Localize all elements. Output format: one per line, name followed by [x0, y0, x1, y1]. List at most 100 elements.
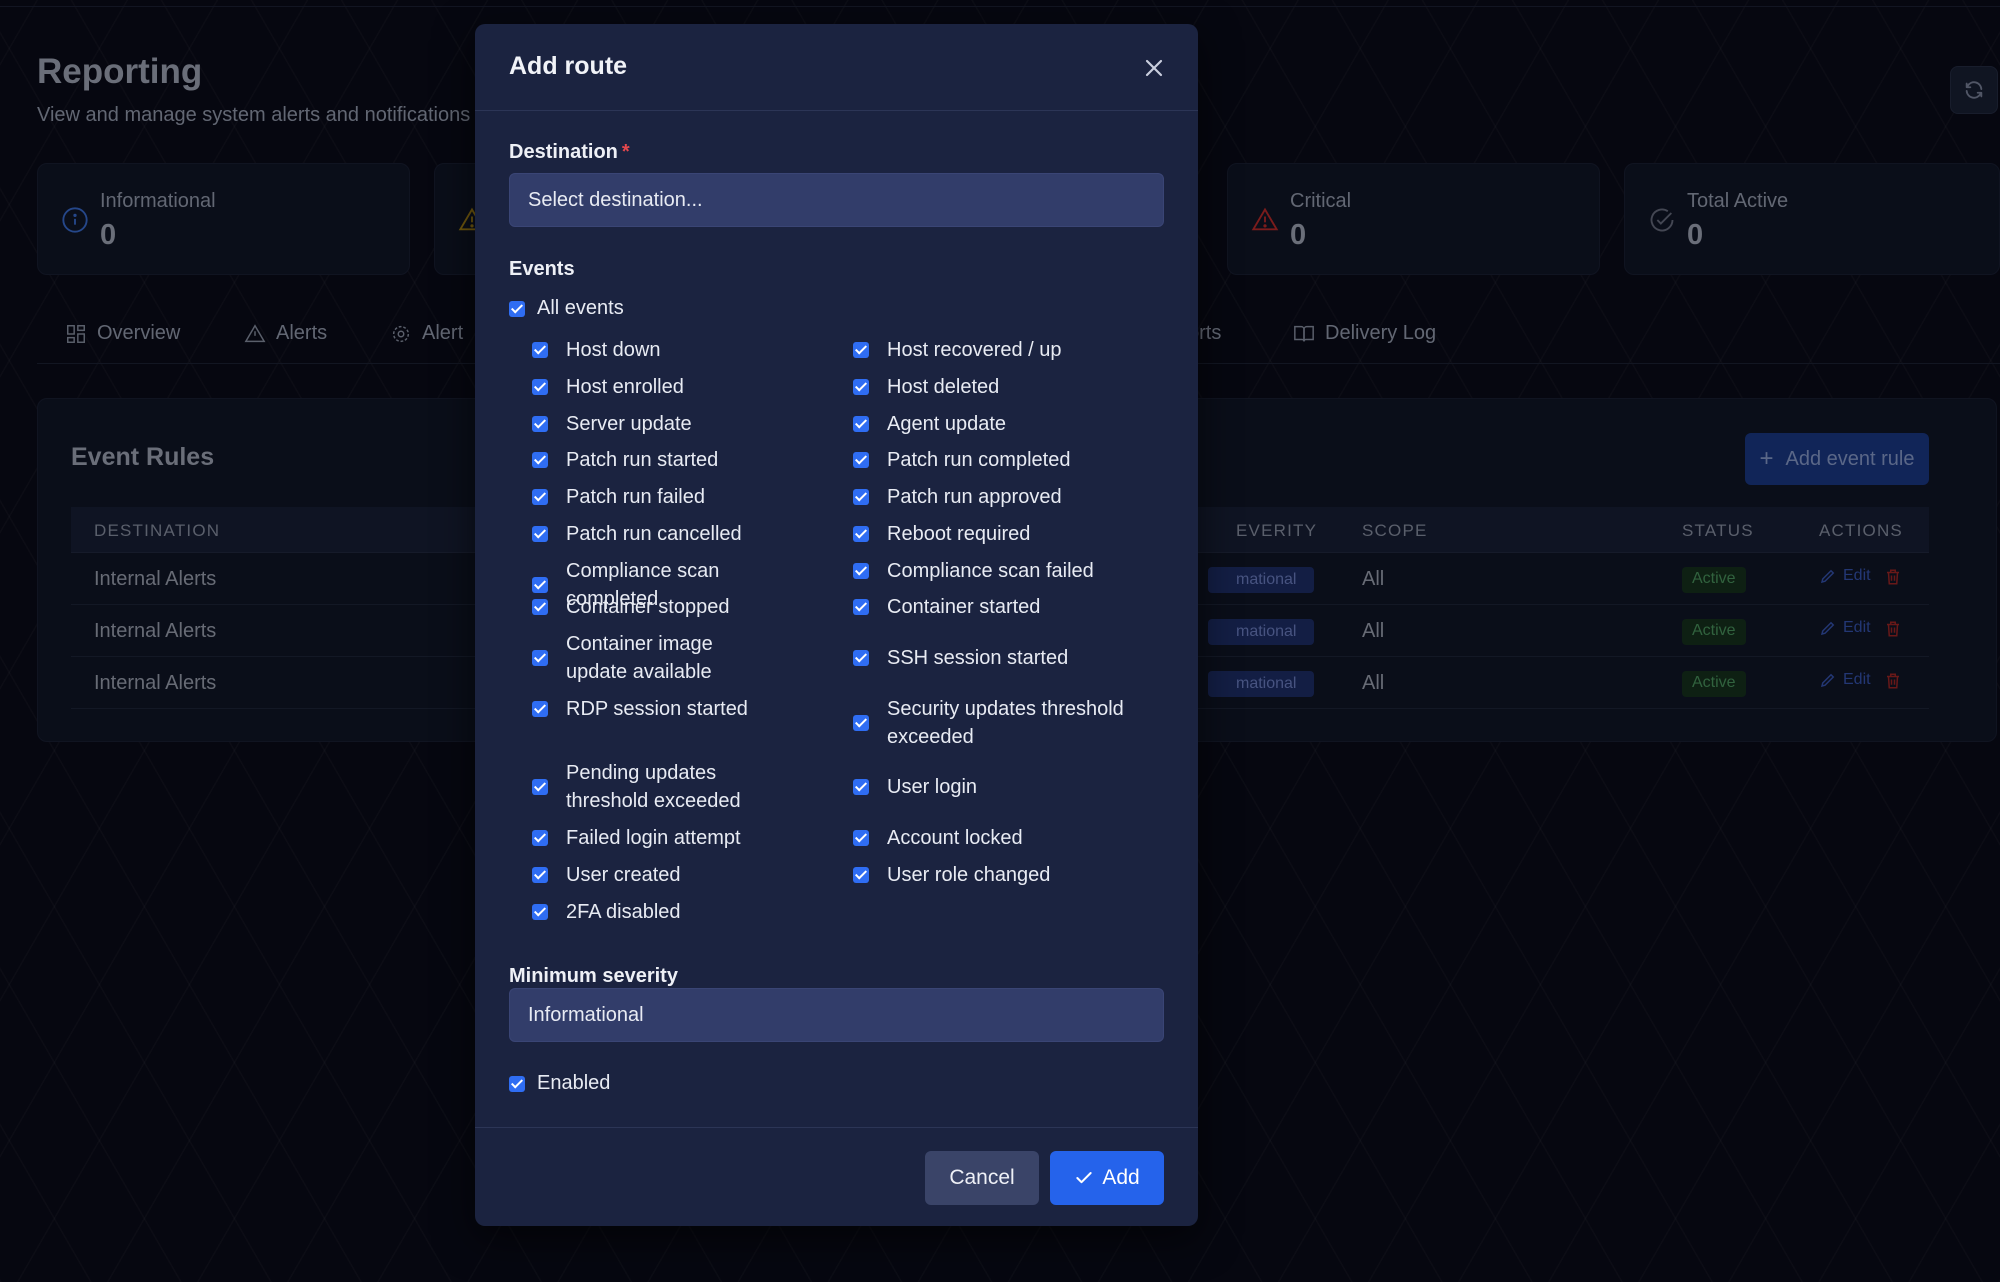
event-label: Agent update — [887, 413, 1006, 435]
event-checkbox[interactable]: User login — [853, 773, 1157, 801]
event-checkbox[interactable]: SSH session started — [853, 644, 1157, 672]
event-label: SSH session started — [887, 647, 1069, 669]
event-checkbox[interactable]: Pending updates threshold exceeded — [532, 759, 766, 815]
event-label: Container image update available — [566, 633, 713, 683]
checkbox-checked[interactable] — [532, 779, 548, 795]
event-checkbox[interactable]: Host deleted — [853, 373, 1157, 401]
event-label: Patch run failed — [566, 486, 705, 508]
add-button[interactable]: Add — [1050, 1151, 1164, 1205]
event-checkbox[interactable]: Failed login attempt — [532, 824, 766, 852]
event-label: Compliance scan failed — [887, 560, 1094, 582]
checkbox-checked[interactable] — [532, 830, 548, 846]
checkbox-checked[interactable] — [853, 779, 869, 795]
event-label: Host deleted — [887, 376, 1000, 398]
event-checkbox[interactable]: Server update — [532, 410, 766, 438]
enabled-checkbox[interactable]: Enabled — [509, 1072, 610, 1095]
event-checkbox[interactable]: User created — [532, 861, 766, 889]
event-checkbox[interactable]: Patch run cancelled — [532, 520, 766, 548]
dialog-footer: Cancel Add — [475, 1127, 1198, 1226]
event-checkbox[interactable]: Host enrolled — [532, 373, 766, 401]
checkbox-checked[interactable] — [532, 599, 548, 615]
checkbox-checked[interactable] — [853, 489, 869, 505]
checkbox-checked[interactable] — [532, 526, 548, 542]
event-label: Account locked — [887, 827, 1023, 849]
event-label: Host enrolled — [566, 376, 684, 398]
destination-label-text: Destination — [509, 141, 618, 163]
event-label: Pending updates threshold exceeded — [566, 762, 741, 812]
event-checkbox[interactable]: Reboot required — [853, 520, 1157, 548]
checkbox-checked[interactable] — [532, 416, 548, 432]
checkbox-checked[interactable] — [532, 904, 548, 920]
close-icon[interactable] — [1142, 56, 1166, 80]
checkbox-checked[interactable] — [853, 526, 869, 542]
all-events-label: All events — [537, 297, 624, 319]
event-label: Patch run approved — [887, 486, 1062, 508]
event-label: User created — [566, 864, 681, 886]
event-checkbox[interactable]: Patch run approved — [853, 483, 1157, 511]
checkbox-checked[interactable] — [853, 452, 869, 468]
event-label: Patch run cancelled — [566, 523, 742, 545]
cancel-button[interactable]: Cancel — [925, 1151, 1039, 1205]
event-label: User role changed — [887, 864, 1051, 886]
checkbox-checked[interactable] — [509, 300, 525, 317]
event-label: Server update — [566, 413, 692, 435]
checkbox-checked[interactable] — [532, 701, 548, 717]
event-checkbox[interactable]: User role changed — [853, 861, 1157, 889]
required-marker: * — [621, 141, 630, 163]
event-checkbox[interactable]: Patch run failed — [532, 483, 766, 511]
checkbox-checked[interactable] — [853, 342, 869, 358]
event-checkbox[interactable]: Container started — [853, 593, 1157, 621]
all-events-checkbox[interactable]: All events — [509, 297, 624, 320]
event-checkbox[interactable]: Security updates threshold exceeded — [853, 695, 1157, 751]
event-checkbox[interactable]: Host recovered / up — [853, 336, 1157, 364]
checkbox-checked[interactable] — [509, 1075, 525, 1092]
event-label: RDP session started — [566, 698, 748, 720]
checkbox-checked[interactable] — [853, 379, 869, 395]
dialog-header: Add route — [475, 24, 1198, 111]
event-checkbox[interactable]: 2FA disabled — [532, 898, 766, 926]
event-checkbox[interactable]: RDP session started — [532, 695, 766, 723]
event-label: Patch run completed — [887, 449, 1071, 471]
event-label: Host recovered / up — [887, 339, 1062, 361]
checkbox-checked[interactable] — [853, 416, 869, 432]
check-icon — [1076, 1172, 1092, 1184]
event-label: Host down — [566, 339, 661, 361]
checkbox-checked[interactable] — [532, 452, 548, 468]
event-label: Patch run started — [566, 449, 719, 471]
event-checkbox[interactable]: Account locked — [853, 824, 1157, 852]
event-checkbox[interactable]: Agent update — [853, 410, 1157, 438]
destination-select[interactable]: Select destination... — [509, 173, 1164, 227]
events-label: Events — [509, 258, 575, 280]
event-checkbox[interactable]: Compliance scan failed — [853, 557, 1157, 585]
event-checkbox[interactable]: Patch run completed — [853, 446, 1157, 474]
checkbox-checked[interactable] — [532, 650, 548, 666]
event-label: Container started — [887, 596, 1041, 618]
checkbox-checked[interactable] — [853, 867, 869, 883]
checkbox-checked[interactable] — [532, 342, 548, 358]
checkbox-checked[interactable] — [532, 489, 548, 505]
checkbox-checked[interactable] — [853, 563, 869, 579]
event-label: Failed login attempt — [566, 827, 741, 849]
add-label: Add — [1102, 1166, 1140, 1189]
checkbox-checked[interactable] — [532, 577, 548, 593]
event-checkbox[interactable]: Container stopped — [532, 593, 766, 621]
event-checkbox[interactable]: Container image update available — [532, 630, 766, 686]
enabled-label: Enabled — [537, 1072, 611, 1094]
checkbox-checked[interactable] — [853, 715, 869, 731]
event-label: User login — [887, 776, 978, 798]
checkbox-checked[interactable] — [532, 379, 548, 395]
event-checkbox[interactable]: Patch run started — [532, 446, 766, 474]
destination-label: Destination * — [509, 141, 630, 164]
add-route-dialog: Add route Destination * Select destinatio… — [475, 24, 1198, 1226]
checkbox-checked[interactable] — [532, 867, 548, 883]
min-severity-select[interactable]: Informational — [509, 988, 1164, 1042]
event-checkbox[interactable]: Host down — [532, 336, 766, 364]
event-label: Security updates threshold exceeded — [887, 698, 1124, 748]
checkbox-checked[interactable] — [853, 599, 869, 615]
min-severity-label: Minimum severity — [509, 965, 678, 987]
event-label: Container stopped — [566, 596, 730, 618]
event-label: Reboot required — [887, 523, 1031, 545]
checkbox-checked[interactable] — [853, 650, 869, 666]
checkbox-checked[interactable] — [853, 830, 869, 846]
event-label: 2FA disabled — [566, 901, 681, 923]
